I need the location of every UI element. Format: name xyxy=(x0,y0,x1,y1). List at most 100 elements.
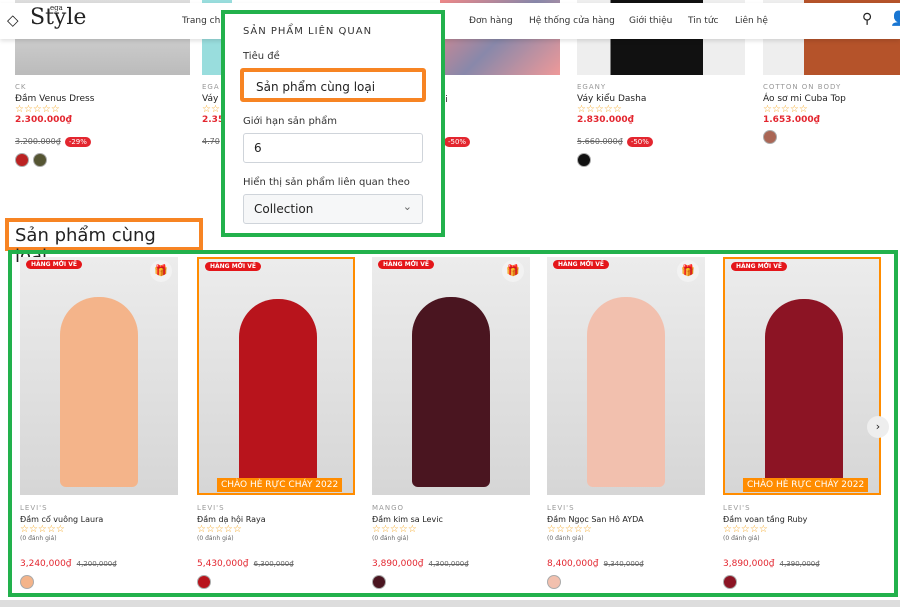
product-price: 2.830.000₫ xyxy=(577,115,634,125)
review-count: (0 đánh giá) xyxy=(723,535,760,542)
gift-icon: 🎁 xyxy=(150,260,172,282)
nav-news[interactable]: Tin tức xyxy=(688,16,718,26)
nav-contact[interactable]: Liên hệ xyxy=(735,16,768,26)
limit-label: Giới hạn sản phẩm xyxy=(243,116,337,127)
product-price: 3,240,000₫ xyxy=(20,559,72,569)
discount-badge: -50% xyxy=(626,137,653,147)
title-label: Tiêu đề xyxy=(243,51,280,62)
section-title: Sản phẩm cùng loại xyxy=(5,218,203,267)
product-card[interactable]: HÀNG MỚI VỀ 🎁 MANGO Đầm kim sa Levic ☆☆☆… xyxy=(372,257,530,593)
product-brand: EGANY xyxy=(577,83,607,91)
product-card[interactable]: HÀNG MỚI VỀ 🎁 LEVI'S Đầm cổ vuông Laura … xyxy=(20,257,178,593)
review-count: (0 đánh giá) xyxy=(547,535,584,542)
star-rating: ☆☆☆☆☆ xyxy=(20,524,65,535)
product-brand: LEVI'S xyxy=(197,504,225,512)
old-price: 6,300,000₫ xyxy=(253,560,294,568)
product-image[interactable]: HÀNG MỚI VỀ 🎁 xyxy=(372,257,530,495)
product-image[interactable]: HÀNG MỚI VỀ CHÀO HÈ RỰC CHÁY 2022 xyxy=(197,257,355,495)
product-name[interactable]: Đầm voan tầng Ruby xyxy=(723,515,881,524)
product-name[interactable]: Váy kiểu Dasha xyxy=(577,94,745,104)
product-card[interactable]: HÀNG MỚI VỀ CHÀO HÈ RỰC CHÁY 2022 LEVI'S… xyxy=(197,257,355,593)
nav-orders[interactable]: Đơn hàng xyxy=(469,16,513,26)
color-swatch[interactable] xyxy=(15,153,29,167)
new-arrival-badge: HÀNG MỚI VỀ xyxy=(553,260,609,269)
star-rating: ☆☆☆☆☆ xyxy=(723,524,768,535)
discount-badge: -29% xyxy=(64,137,91,147)
related-products-settings-panel: SẢN PHẨM LIÊN QUAN Tiêu đề Sản phẩm cùng… xyxy=(221,10,445,237)
promo-banner: CHÀO HÈ RỰC CHÁY 2022 xyxy=(743,478,869,492)
new-arrival-badge: HÀNG MỚI VỀ xyxy=(26,260,82,269)
old-price: 4.70 xyxy=(202,137,220,146)
product-name[interactable]: Đầm Venus Dress xyxy=(15,94,190,104)
product-name[interactable]: Đầm cổ vuông Laura xyxy=(20,515,178,524)
star-rating: ☆☆☆☆☆ xyxy=(763,104,808,115)
review-count: (0 đánh giá) xyxy=(372,535,409,542)
nav-home[interactable]: Trang chủ xyxy=(182,16,226,26)
search-icon[interactable]: ⚲ xyxy=(862,11,872,27)
panel-title: SẢN PHẨM LIÊN QUAN xyxy=(243,26,373,37)
product-price: 3,890,000₫ xyxy=(372,559,424,569)
product-name[interactable]: Đầm dạ hội Raya xyxy=(197,515,355,524)
diamond-icon: ◇ xyxy=(7,11,19,29)
dress-photo xyxy=(239,299,317,489)
review-count: (0 đánh giá) xyxy=(20,535,57,542)
nav-stores[interactable]: Hệ thống cửa hàng xyxy=(529,16,615,26)
product-card[interactable]: HÀNG MỚI VỀ CHÀO HÈ RỰC CHÁY 2022 LEVI'S… xyxy=(723,257,881,593)
old-price: 5.660.000₫ xyxy=(577,137,623,146)
old-price: 4,300,000₫ xyxy=(428,560,469,568)
nav-about[interactable]: Giới thiệu xyxy=(629,16,672,26)
related-by-select[interactable]: Collection ⌄ xyxy=(243,194,423,224)
product-brand: LEVI'S xyxy=(547,504,575,512)
chevron-down-icon: ⌄ xyxy=(402,200,412,213)
next-arrow-button[interactable]: › xyxy=(867,416,889,438)
promo-banner: CHÀO HÈ RỰC CHÁY 2022 xyxy=(217,478,343,492)
user-icon[interactable]: 👤 xyxy=(890,11,900,27)
gift-icon: 🎁 xyxy=(502,260,524,282)
product-image[interactable]: HÀNG MỚI VỀ 🎁 xyxy=(547,257,705,495)
dress-photo xyxy=(60,297,138,487)
color-swatch[interactable] xyxy=(547,575,561,589)
product-price: 5,430,000₫ xyxy=(197,559,249,569)
color-swatch[interactable] xyxy=(20,575,34,589)
product-name[interactable]: ki xyxy=(440,95,560,105)
product-price: 2.300.000₫ xyxy=(15,115,72,125)
dress-photo xyxy=(412,297,490,487)
title-input[interactable]: Sản phẩm cùng loại xyxy=(240,68,426,102)
product-price: 3,890,000₫ xyxy=(723,559,775,569)
new-arrival-badge: HÀNG MỚI VỀ xyxy=(378,260,434,269)
color-swatch[interactable] xyxy=(723,575,737,589)
star-rating: ☆☆☆☆☆ xyxy=(15,104,60,115)
related-by-label: Hiển thị sản phẩm liên quan theo xyxy=(243,177,410,188)
review-count: (0 đánh giá) xyxy=(197,535,234,542)
logo[interactable]: Style xyxy=(30,5,86,30)
star-rating: ☆☆☆☆☆ xyxy=(197,524,242,535)
old-price: 4,390,000₫ xyxy=(779,560,820,568)
old-price: 4,200,000₫ xyxy=(76,560,117,568)
star-rating: ☆☆☆☆☆ xyxy=(577,104,622,115)
product-name[interactable]: Đầm Ngọc San Hô AYDA xyxy=(547,515,705,524)
product-name[interactable]: Áo sơ mi Cuba Top xyxy=(763,94,900,104)
product-brand: CK xyxy=(15,83,27,91)
product-brand: COTTON ON BODY xyxy=(763,83,842,91)
dress-photo xyxy=(765,299,843,489)
new-arrival-badge: HÀNG MỚI VỀ xyxy=(205,262,261,271)
gift-icon: 🎁 xyxy=(677,260,699,282)
new-arrival-badge: HÀNG MỚI VỀ xyxy=(731,262,787,271)
product-name[interactable]: Đầm kim sa Levic xyxy=(372,515,530,524)
product-brand: LEVI'S xyxy=(20,504,48,512)
color-swatch[interactable] xyxy=(33,153,47,167)
limit-input[interactable]: 6 xyxy=(243,133,423,163)
product-price: 1.653.000₫ xyxy=(763,115,820,125)
product-price: 8,400,000₫ xyxy=(547,559,599,569)
product-image[interactable]: HÀNG MỚI VỀ 🎁 xyxy=(20,257,178,495)
color-swatch[interactable] xyxy=(372,575,386,589)
select-value: Collection xyxy=(254,202,314,216)
color-swatch[interactable] xyxy=(577,153,591,167)
color-swatch[interactable] xyxy=(197,575,211,589)
old-price: 3.200.000₫ xyxy=(15,137,61,146)
product-card[interactable]: HÀNG MỚI VỀ 🎁 LEVI'S Đầm Ngọc San Hô AYD… xyxy=(547,257,705,593)
old-price: 9,340,000₫ xyxy=(603,560,644,568)
color-swatch[interactable] xyxy=(763,130,777,144)
product-image[interactable]: HÀNG MỚI VỀ CHÀO HÈ RỰC CHÁY 2022 xyxy=(723,257,881,495)
product-brand: LEVI'S xyxy=(723,504,751,512)
